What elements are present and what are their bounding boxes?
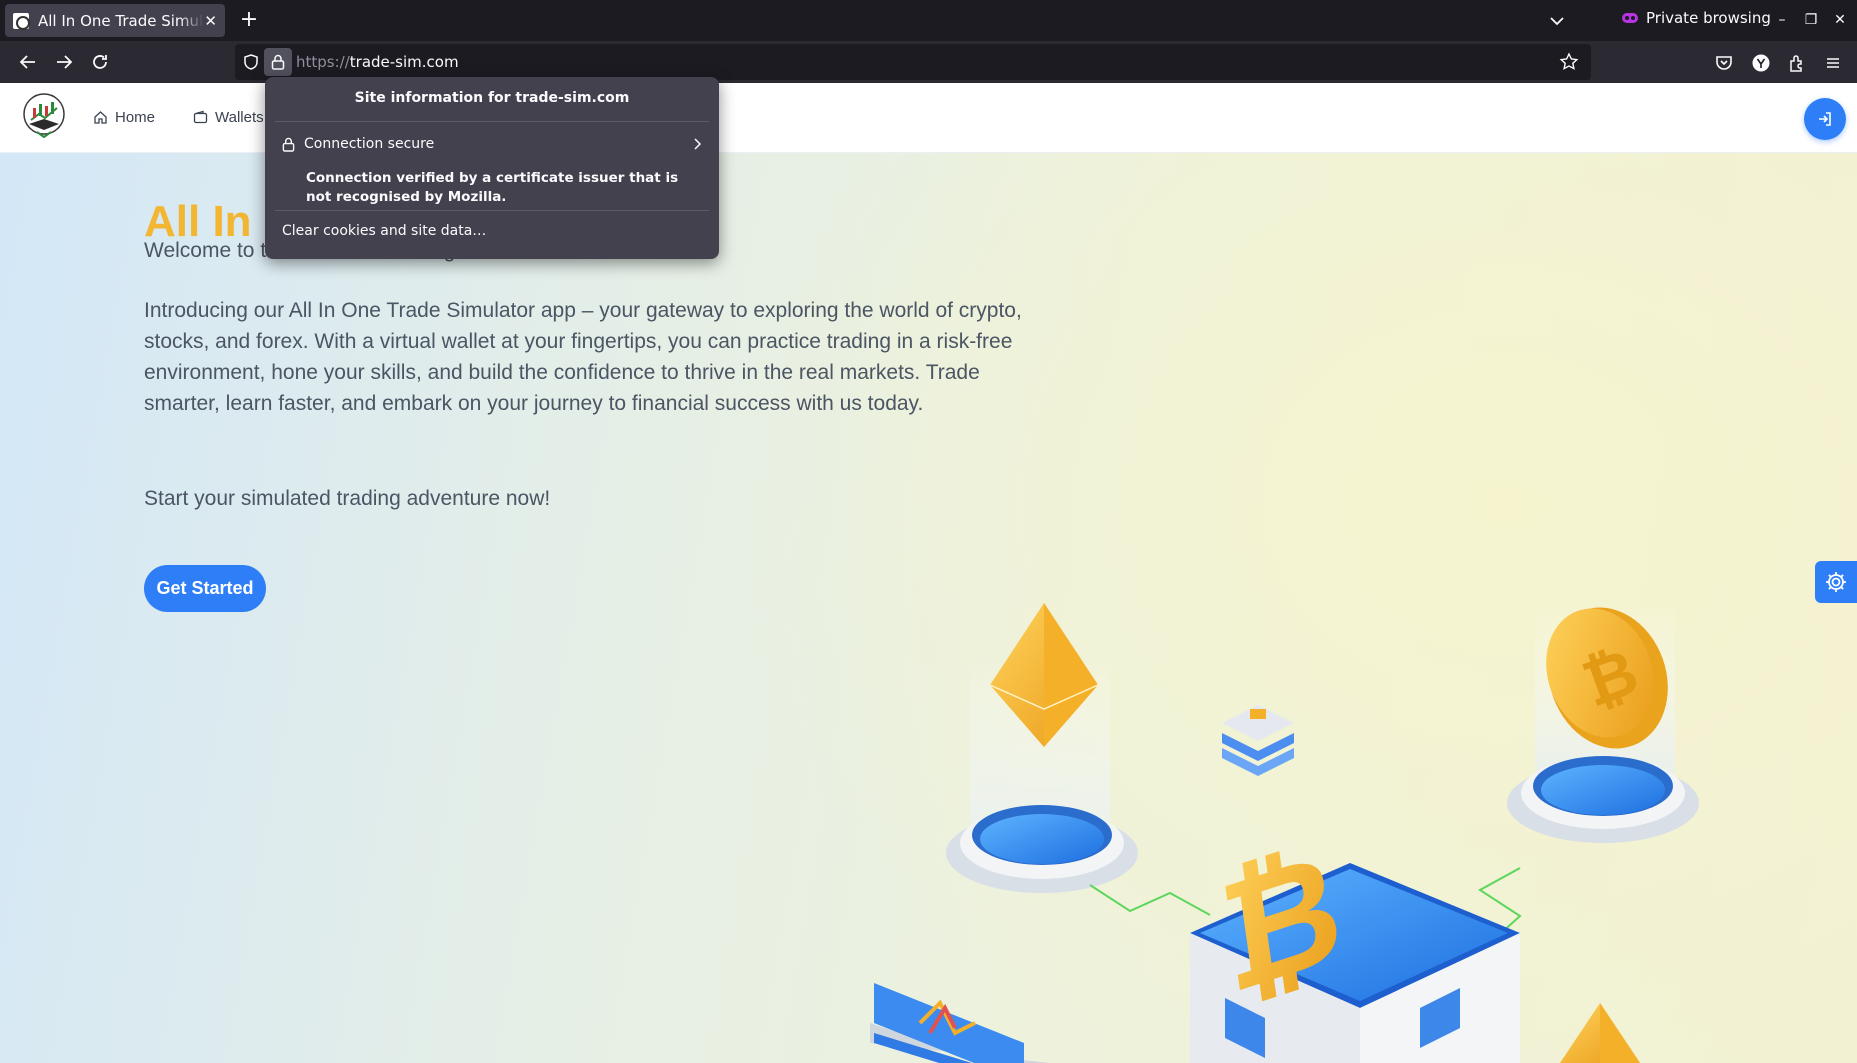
popup-divider: [275, 210, 709, 211]
private-browsing-indicator: Private browsing: [1622, 9, 1771, 27]
site-nav-wallets-label: Wallets: [215, 109, 264, 126]
reload-button[interactable]: [86, 48, 114, 76]
trade-simulator-logo-icon: [23, 93, 65, 139]
reload-icon: [93, 55, 107, 69]
gear-icon: [1826, 572, 1846, 592]
forward-arrow-icon: [57, 55, 73, 69]
address-bar[interactable]: https://trade-sim.com: [235, 44, 1591, 80]
url-scheme: https://: [296, 53, 350, 71]
url-host: trade-sim.com: [349, 53, 459, 71]
hero-intro: Introducing our All In One Trade Simulat…: [144, 299, 1022, 415]
popup-title: Site information for trade-sim.com: [354, 90, 630, 106]
settings-button[interactable]: [1815, 561, 1857, 603]
site-nav-home[interactable]: Home: [93, 109, 155, 126]
list-all-tabs-icon[interactable]: [1545, 9, 1569, 33]
site-info-button[interactable]: [264, 48, 292, 76]
shield-icon: [244, 54, 258, 70]
forward-button[interactable]: [50, 48, 78, 76]
minimize-window-button[interactable]: –: [1770, 8, 1794, 32]
home-icon: [94, 111, 107, 124]
data-stack-icon: [1222, 705, 1294, 776]
crypto-illustration: ₿ ₿: [870, 603, 1699, 1063]
login-button[interactable]: [1804, 98, 1846, 140]
lock-icon: [271, 54, 285, 70]
tab-title: All In One Trade Simulator: [38, 11, 204, 30]
site-nav-wallets[interactable]: Wallets: [193, 109, 264, 126]
browser-tab[interactable]: All In One Trade Simulator ✕: [5, 4, 225, 37]
login-icon: [1819, 112, 1831, 126]
site-logo[interactable]: [19, 90, 69, 140]
close-window-button[interactable]: ✕: [1828, 8, 1852, 32]
clear-cookies-button[interactable]: Clear cookies and site data…: [282, 223, 486, 239]
chart-tablet: [870, 983, 1050, 1063]
network-line-left: [1089, 884, 1211, 916]
account-avatar-icon[interactable]: [1751, 53, 1771, 73]
pocket-icon[interactable]: [1714, 53, 1734, 73]
popup-divider: [275, 121, 709, 122]
bitcoin-symbol-icon: ₿: [1211, 816, 1352, 1029]
get-started-button[interactable]: Get Started: [144, 565, 266, 612]
svg-text:₿: ₿: [1211, 816, 1352, 1029]
restore-window-button[interactable]: ❐: [1799, 8, 1823, 32]
tracking-protection-button[interactable]: [239, 50, 263, 74]
bookmark-star-icon[interactable]: [1559, 52, 1579, 72]
private-browsing-label: Private browsing: [1646, 9, 1771, 27]
wallet-icon: [193, 110, 208, 124]
site-info-popup: Site information for trade-sim.com Conne…: [265, 77, 719, 259]
extensions-icon[interactable]: [1787, 53, 1807, 73]
new-tab-button[interactable]: +: [236, 7, 262, 33]
site-nav-home-label: Home: [115, 109, 156, 126]
connection-secure-row[interactable]: Connection secure: [282, 132, 702, 156]
back-button[interactable]: [14, 48, 42, 76]
lock-icon: [282, 137, 295, 152]
app-menu-icon[interactable]: [1823, 53, 1843, 73]
back-arrow-icon: [19, 55, 35, 69]
browser-tab-strip: All In One Trade Simulator ✕ + Private b…: [0, 0, 1857, 41]
site-favicon-icon: [13, 12, 30, 30]
url-text[interactable]: https://trade-sim.com: [296, 53, 459, 71]
close-tab-icon[interactable]: ✕: [204, 12, 217, 30]
private-mask-icon: [1622, 13, 1638, 23]
small-ethereum-icon: [1560, 1003, 1640, 1063]
hero-cta-prompt: Start your simulated trading adventure n…: [144, 487, 551, 510]
certificate-detail: Connection verified by a certificate iss…: [306, 170, 679, 205]
connection-secure-label: Connection secure: [304, 136, 435, 152]
chevron-right-icon: [694, 138, 702, 150]
